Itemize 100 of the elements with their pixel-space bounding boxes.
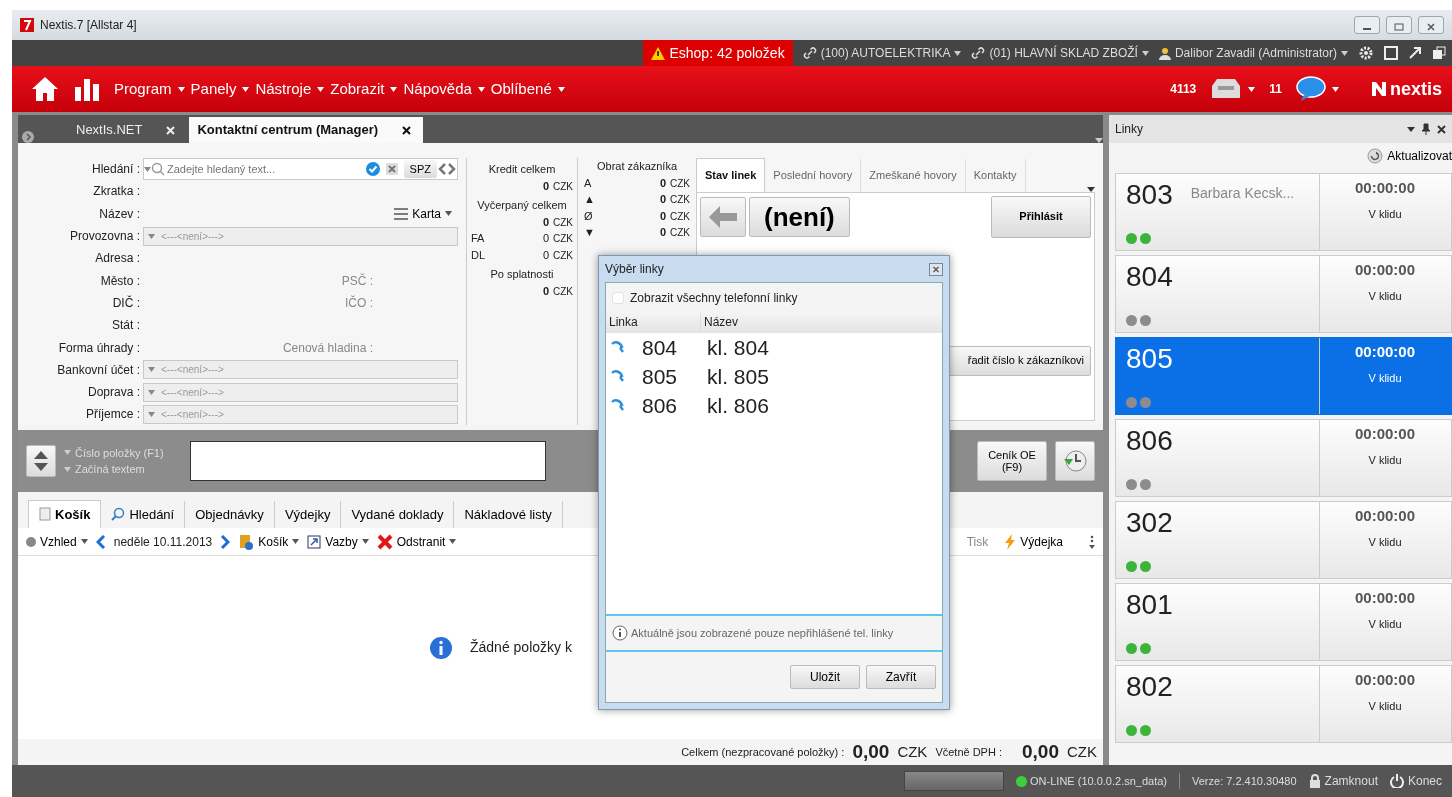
bar-chart-icon[interactable]	[74, 77, 100, 101]
caret-icon[interactable]	[1407, 126, 1415, 132]
summary-heading: Po splatnosti	[489, 267, 555, 282]
amount-value: 0	[542, 214, 549, 230]
line-row[interactable]: 806 kl. 806	[606, 391, 942, 420]
call-timer: 00:00:00	[1354, 178, 1415, 198]
line-card[interactable]: 302 00:00:00 V klidu	[1115, 501, 1452, 579]
call-tab[interactable]: Stav linek	[696, 158, 766, 192]
previous-icon[interactable]	[437, 163, 447, 176]
close-button[interactable]	[1418, 16, 1444, 34]
bottom-tab[interactable]: Košík	[28, 499, 102, 528]
totals-label: Včetně DPH :	[935, 744, 1002, 760]
line-card[interactable]: 801 00:00:00 V klidu	[1115, 583, 1452, 661]
field-label: Forma úhrady :	[57, 339, 141, 357]
close-icon[interactable]	[1437, 124, 1446, 134]
amount-value: 0	[659, 208, 666, 224]
pin-icon[interactable]	[1421, 123, 1431, 135]
restore-icon[interactable]	[1432, 46, 1446, 60]
menu-item[interactable]: Zobrazit	[330, 77, 398, 101]
chat-button[interactable]	[1295, 76, 1339, 102]
cart-menu[interactable]: Košík	[238, 532, 300, 551]
remove-menu[interactable]: Odstranit	[376, 532, 457, 551]
call-tab[interactable]: Zmeškané hovory	[861, 159, 966, 192]
refresh-button[interactable]: Aktualizovat	[1367, 143, 1452, 169]
caret-icon	[64, 466, 71, 472]
line-status: V klidu	[1368, 616, 1402, 632]
overflow-icon[interactable]	[1089, 533, 1095, 550]
warehouse-link[interactable]: (100) AUTOELEKTRIKA	[802, 44, 962, 62]
logo-text: nextis	[1389, 77, 1442, 101]
line-card[interactable]: 802 00:00:00 V klidu	[1115, 665, 1452, 743]
caret-icon	[1141, 50, 1149, 56]
line-button[interactable]: (není)	[749, 196, 850, 237]
line-card[interactable]: 805 00:00:00 V klidu	[1115, 337, 1452, 415]
history-button[interactable]	[1055, 441, 1095, 481]
previous-icon[interactable]	[95, 534, 106, 549]
card-menu-button[interactable]: Karta	[394, 204, 452, 223]
exit-button[interactable]: Konec	[1389, 772, 1442, 790]
line-card[interactable]: 806 00:00:00 V klidu	[1115, 419, 1452, 497]
menu-item[interactable]: Nástroje	[255, 77, 325, 101]
line-number: 805	[1126, 344, 1173, 375]
arrow-icon[interactable]	[1408, 46, 1422, 60]
menu-item[interactable]: Program	[114, 77, 185, 101]
close-icon	[1426, 22, 1436, 31]
caret-icon	[292, 539, 300, 544]
document-tab[interactable]: Kontaktní centrum (Manager)	[189, 117, 424, 143]
print-button[interactable]: Tisk	[966, 532, 989, 551]
field-label: Zkratka :	[92, 183, 141, 201]
spz-button[interactable]: SPZ	[403, 159, 437, 179]
settings-icon[interactable]	[1358, 45, 1374, 61]
line-card[interactable]: 803 Barbara Kecsk... 00:00:00 V klidu	[1115, 173, 1452, 251]
line-card[interactable]: 804 00:00:00 V klidu	[1115, 255, 1452, 333]
amount-label: ▼	[584, 225, 595, 240]
item-number-field[interactable]	[189, 441, 546, 481]
back-button[interactable]	[700, 196, 746, 237]
caret-icon	[177, 86, 185, 92]
menu-item[interactable]: Oblíbené	[490, 77, 565, 101]
eshop-alert[interactable]: Eshop: 42 položek	[643, 40, 793, 66]
next-icon[interactable]	[220, 534, 231, 549]
clear-icon[interactable]	[385, 163, 398, 176]
dialog-button[interactable]: Uložit	[790, 665, 860, 689]
cart-icon	[238, 533, 255, 550]
links-menu[interactable]: Vazby	[307, 532, 369, 551]
currency-label: CZK	[1067, 741, 1097, 762]
call-tab[interactable]: Poslední hovory	[765, 159, 862, 192]
amount-label: DL	[471, 247, 486, 263]
amount-label: FA	[471, 231, 485, 246]
dialog-button[interactable]: Zavřít	[866, 665, 936, 689]
inbox-button[interactable]	[1210, 78, 1256, 100]
login-button[interactable]: Přihlásit	[991, 195, 1091, 238]
window-icon[interactable]	[1384, 46, 1398, 60]
document-tab[interactable]: NextIs.NET	[36, 117, 188, 143]
line-status: V klidu	[1368, 370, 1402, 386]
collapse-icon[interactable]	[22, 131, 34, 143]
view-menu[interactable]: Vzhled	[26, 532, 88, 551]
caller-name: Barbara Kecsk...	[1190, 184, 1295, 203]
confirm-icon[interactable]	[365, 162, 380, 177]
minimize-button[interactable]	[1354, 16, 1380, 34]
line-number: 806	[1126, 426, 1173, 457]
warehouse-link[interactable]: (01) HLAVNÍ SKLAD ZBOŽÍ	[971, 44, 1149, 62]
caret-icon	[80, 539, 88, 544]
menu-item[interactable]: Panely	[190, 77, 250, 101]
user-menu[interactable]: Dalibor Zavadil (Administrator)	[1158, 44, 1348, 62]
total-amount: 0,00	[1022, 739, 1059, 764]
search-field[interactable]: Zadejte hledaný text... SPZ	[143, 158, 458, 181]
home-icon[interactable]	[30, 75, 60, 103]
caret-icon	[317, 86, 325, 92]
lock-button[interactable]: Zamknout	[1308, 772, 1378, 790]
issue-button[interactable]: Výdejka	[1004, 532, 1063, 551]
info-message: Aktuálně jsou zobrazené pouze nepřihlášené tel. linky	[631, 625, 894, 641]
menu-item[interactable]: Nápověda	[403, 77, 485, 101]
price-list-button[interactable]: Ceník OE (F9)	[977, 441, 1047, 481]
call-tab[interactable]: Kontakty	[965, 159, 1026, 192]
currency-label: CZK	[670, 226, 690, 240]
line-number: 302	[1126, 508, 1173, 539]
close-icon[interactable]	[402, 125, 412, 135]
line-status: V klidu	[1368, 698, 1402, 714]
total-amount: 0,00	[852, 739, 890, 764]
next-icon[interactable]	[447, 163, 457, 176]
back-arrow-icon	[708, 204, 738, 229]
sort-button[interactable]	[26, 445, 56, 477]
